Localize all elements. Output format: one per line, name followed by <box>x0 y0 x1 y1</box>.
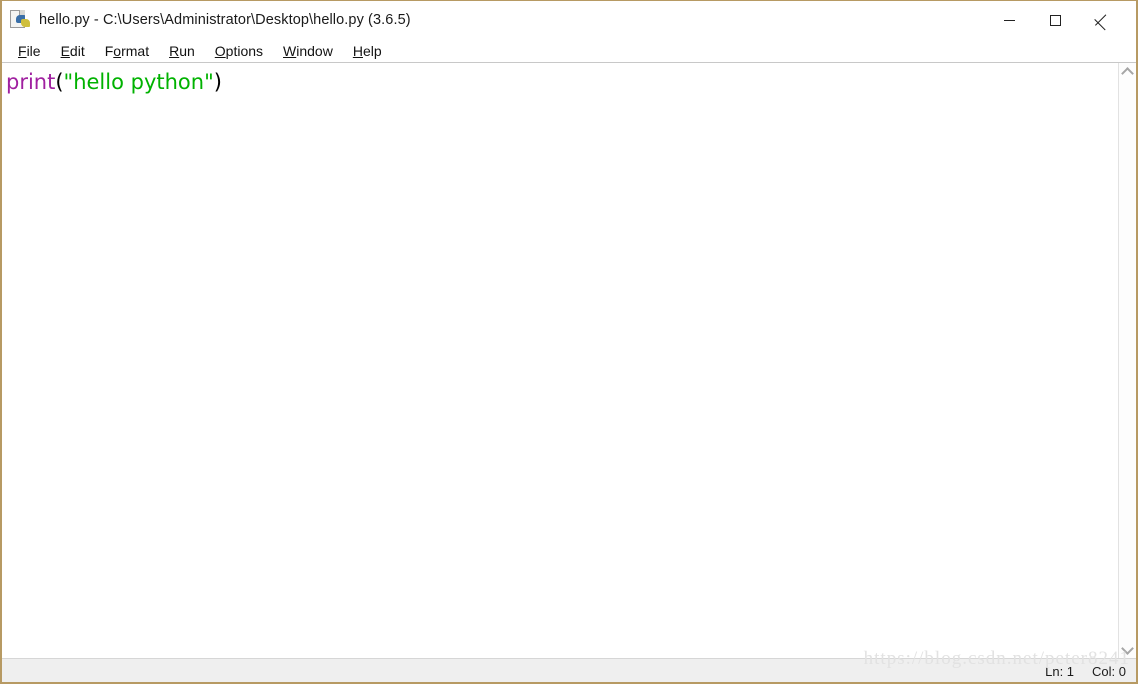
status-column-number: Col: 0 <box>1092 664 1126 679</box>
chevron-up-icon <box>1121 66 1134 80</box>
menu-item-file[interactable]: File <box>8 43 51 59</box>
code-token-close-paren: ) <box>213 70 222 94</box>
minimize-button[interactable] <box>986 1 1032 39</box>
title-bar: hello.py - C:\Users\Administrator\Deskto… <box>2 1 1136 39</box>
menu-rest-help: elp <box>362 42 382 59</box>
maximize-button[interactable] <box>1032 1 1078 39</box>
scrollbar-track[interactable] <box>1119 80 1136 641</box>
menu-mnemonic-options: O <box>214 42 226 59</box>
menu-mnemonic-run: R <box>169 42 180 59</box>
menu-mnemonic-edit: E <box>60 42 70 59</box>
status-line-number: Ln: 1 <box>1045 664 1075 679</box>
status-bar: Ln: 1 Col: 0 <box>2 658 1136 682</box>
menu-mnemonic-file: F <box>18 42 27 59</box>
idle-editor-window: hello.py - C:\Users\Administrator\Deskto… <box>0 0 1138 684</box>
menu-rest-format: rmat <box>121 42 150 59</box>
menu-rest-run: un <box>179 42 195 59</box>
menu-bar: File Edit Format Run Options Window Help <box>2 39 1136 63</box>
code-token-open-paren: ( <box>55 70 64 94</box>
scroll-up-button[interactable] <box>1119 63 1137 80</box>
menu-pre-format: F <box>104 42 114 59</box>
menu-rest-edit: dit <box>69 42 85 59</box>
menu-item-options[interactable]: Options <box>205 43 273 59</box>
window-title: hello.py - C:\Users\Administrator\Deskto… <box>39 12 411 28</box>
menu-item-format[interactable]: Format <box>95 43 159 59</box>
python-file-icon <box>10 10 30 30</box>
menu-mnemonic-window: W <box>283 42 297 59</box>
code-text-area[interactable]: print("hello python") <box>2 63 1118 658</box>
window-controls <box>986 1 1136 39</box>
menu-item-edit[interactable]: Edit <box>51 43 95 59</box>
menu-rest-file: ile <box>26 42 41 59</box>
menu-mnemonic-format: o <box>113 42 122 59</box>
scroll-down-button[interactable] <box>1119 641 1137 658</box>
code-token-string: "hello python" <box>63 70 214 94</box>
maximize-icon <box>1049 14 1061 26</box>
title-bar-left: hello.py - C:\Users\Administrator\Deskto… <box>2 10 986 30</box>
vertical-scrollbar[interactable] <box>1118 63 1136 658</box>
menu-rest-options: ptions <box>225 42 264 59</box>
menu-item-window[interactable]: Window <box>273 43 343 59</box>
code-token-builtin: print <box>6 70 56 94</box>
code-line-1: print("hello python") <box>6 69 1118 96</box>
editor-area: print("hello python") <box>2 63 1136 658</box>
close-button[interactable] <box>1078 1 1124 39</box>
menu-mnemonic-help: H <box>352 42 363 59</box>
minimize-icon <box>1003 19 1015 21</box>
close-icon <box>1095 14 1107 26</box>
menu-rest-window: indow <box>296 42 333 59</box>
menu-item-help[interactable]: Help <box>343 43 392 59</box>
chevron-down-icon <box>1121 641 1134 655</box>
menu-item-run[interactable]: Run <box>159 43 205 59</box>
